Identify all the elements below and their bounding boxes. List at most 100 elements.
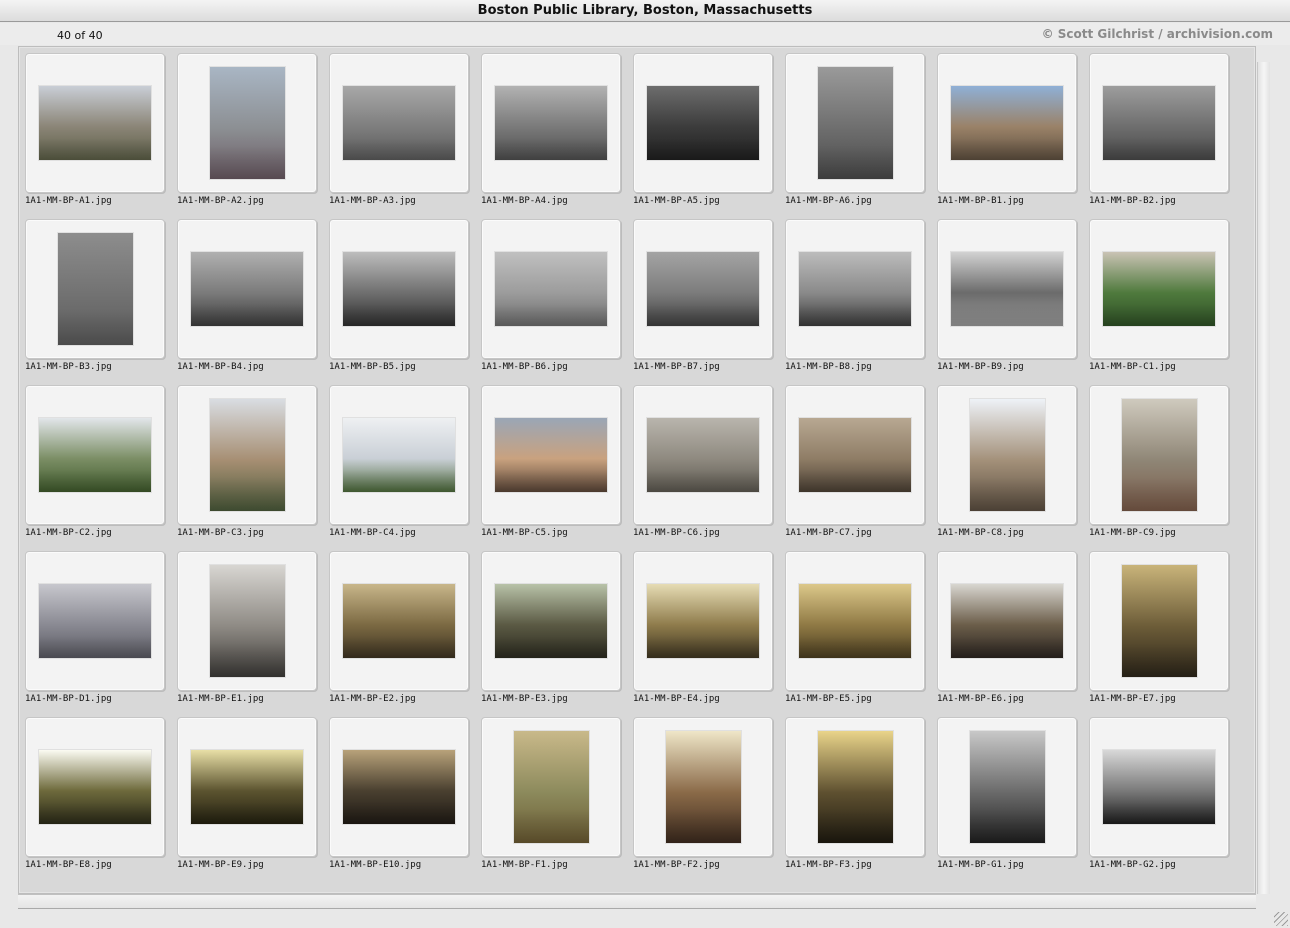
slide-item[interactable]: 1A1-MM-BP-A2.jpg <box>177 53 317 206</box>
slide-item[interactable]: 1A1-MM-BP-B5.jpg <box>329 219 469 372</box>
slide-mount[interactable] <box>329 717 469 857</box>
slide-item[interactable]: 1A1-MM-BP-B1.jpg <box>937 53 1077 206</box>
slide-item[interactable]: 1A1-MM-BP-E6.jpg <box>937 551 1077 704</box>
slide-item[interactable]: 1A1-MM-BP-A4.jpg <box>481 53 621 206</box>
photo-thumbnail[interactable] <box>343 750 455 824</box>
photo-thumbnail[interactable] <box>799 252 911 326</box>
slide-mount[interactable] <box>329 385 469 525</box>
slide-item[interactable]: 1A1-MM-BP-E3.jpg <box>481 551 621 704</box>
photo-thumbnail[interactable] <box>343 86 455 160</box>
photo-thumbnail[interactable] <box>1121 565 1197 677</box>
slide-mount[interactable] <box>329 53 469 193</box>
slide-item[interactable]: 1A1-MM-BP-C6.jpg <box>633 385 773 538</box>
slide-mount[interactable] <box>481 219 621 359</box>
slide-mount[interactable] <box>785 385 925 525</box>
slide-item[interactable]: 1A1-MM-BP-C8.jpg <box>937 385 1077 538</box>
slide-item[interactable]: 1A1-MM-BP-C5.jpg <box>481 385 621 538</box>
slide-mount[interactable] <box>937 385 1077 525</box>
photo-thumbnail[interactable] <box>39 418 151 492</box>
slide-item[interactable]: 1A1-MM-BP-B2.jpg <box>1089 53 1229 206</box>
slide-mount[interactable] <box>329 219 469 359</box>
slide-item[interactable]: 1A1-MM-BP-A5.jpg <box>633 53 773 206</box>
slide-item[interactable]: 1A1-MM-BP-C9.jpg <box>1089 385 1229 538</box>
photo-thumbnail[interactable] <box>951 252 1063 326</box>
photo-thumbnail[interactable] <box>951 584 1063 658</box>
photo-thumbnail[interactable] <box>39 584 151 658</box>
slide-mount[interactable] <box>1089 717 1229 857</box>
slide-item[interactable]: 1A1-MM-BP-C1.jpg <box>1089 219 1229 372</box>
slide-mount[interactable] <box>785 551 925 691</box>
photo-thumbnail[interactable] <box>647 252 759 326</box>
slide-item[interactable]: 1A1-MM-BP-E10.jpg <box>329 717 469 870</box>
photo-thumbnail[interactable] <box>817 67 893 179</box>
slide-mount[interactable] <box>633 219 773 359</box>
photo-thumbnail[interactable] <box>209 67 285 179</box>
slide-item[interactable]: 1A1-MM-BP-E2.jpg <box>329 551 469 704</box>
slide-mount[interactable] <box>25 551 165 691</box>
slide-mount[interactable] <box>785 53 925 193</box>
slide-item[interactable]: 1A1-MM-BP-E7.jpg <box>1089 551 1229 704</box>
slide-item[interactable]: 1A1-MM-BP-E9.jpg <box>177 717 317 870</box>
slide-item[interactable]: 1A1-MM-BP-E8.jpg <box>25 717 165 870</box>
resize-grip-icon[interactable] <box>1274 912 1288 926</box>
slide-mount[interactable] <box>633 717 773 857</box>
slide-mount[interactable] <box>1089 551 1229 691</box>
slide-mount[interactable] <box>177 717 317 857</box>
slide-mount[interactable] <box>481 551 621 691</box>
slide-mount[interactable] <box>1089 53 1229 193</box>
slide-item[interactable]: 1A1-MM-BP-E4.jpg <box>633 551 773 704</box>
slide-mount[interactable] <box>25 717 165 857</box>
photo-thumbnail[interactable] <box>799 418 911 492</box>
slide-mount[interactable] <box>25 385 165 525</box>
slide-item[interactable]: 1A1-MM-BP-B8.jpg <box>785 219 925 372</box>
photo-thumbnail[interactable] <box>495 418 607 492</box>
slide-mount[interactable] <box>177 219 317 359</box>
slide-mount[interactable] <box>937 717 1077 857</box>
photo-thumbnail[interactable] <box>1103 252 1215 326</box>
photo-thumbnail[interactable] <box>951 86 1063 160</box>
slide-mount[interactable] <box>25 53 165 193</box>
slide-item[interactable]: 1A1-MM-BP-E5.jpg <box>785 551 925 704</box>
photo-thumbnail[interactable] <box>343 418 455 492</box>
photo-thumbnail[interactable] <box>665 731 741 843</box>
photo-thumbnail[interactable] <box>1103 750 1215 824</box>
slide-item[interactable]: 1A1-MM-BP-G1.jpg <box>937 717 1077 870</box>
slide-item[interactable]: 1A1-MM-BP-D1.jpg <box>25 551 165 704</box>
photo-thumbnail[interactable] <box>647 86 759 160</box>
slide-mount[interactable] <box>481 385 621 525</box>
slide-item[interactable]: 1A1-MM-BP-A6.jpg <box>785 53 925 206</box>
slide-item[interactable]: 1A1-MM-BP-B9.jpg <box>937 219 1077 372</box>
slide-item[interactable]: 1A1-MM-BP-B4.jpg <box>177 219 317 372</box>
vertical-scrollbar[interactable] <box>1257 62 1270 894</box>
photo-thumbnail[interactable] <box>817 731 893 843</box>
slide-mount[interactable] <box>1089 219 1229 359</box>
slide-mount[interactable] <box>177 551 317 691</box>
photo-thumbnail[interactable] <box>969 731 1045 843</box>
slide-item[interactable]: 1A1-MM-BP-B3.jpg <box>25 219 165 372</box>
slide-mount[interactable] <box>633 385 773 525</box>
slide-mount[interactable] <box>177 385 317 525</box>
photo-thumbnail[interactable] <box>209 399 285 511</box>
slide-mount[interactable] <box>785 219 925 359</box>
slide-mount[interactable] <box>785 717 925 857</box>
photo-thumbnail[interactable] <box>495 584 607 658</box>
slide-mount[interactable] <box>25 219 165 359</box>
photo-thumbnail[interactable] <box>209 565 285 677</box>
slide-mount[interactable] <box>937 53 1077 193</box>
photo-thumbnail[interactable] <box>39 750 151 824</box>
photo-thumbnail[interactable] <box>513 731 589 843</box>
photo-thumbnail[interactable] <box>191 252 303 326</box>
photo-thumbnail[interactable] <box>191 750 303 824</box>
photo-thumbnail[interactable] <box>343 584 455 658</box>
photo-thumbnail[interactable] <box>1103 86 1215 160</box>
slide-item[interactable]: 1A1-MM-BP-C7.jpg <box>785 385 925 538</box>
photo-thumbnail[interactable] <box>343 252 455 326</box>
slide-mount[interactable] <box>937 551 1077 691</box>
slide-item[interactable]: 1A1-MM-BP-A1.jpg <box>25 53 165 206</box>
slide-mount[interactable] <box>329 551 469 691</box>
slide-item[interactable]: 1A1-MM-BP-C2.jpg <box>25 385 165 538</box>
photo-thumbnail[interactable] <box>799 584 911 658</box>
photo-thumbnail[interactable] <box>495 86 607 160</box>
photo-thumbnail[interactable] <box>39 86 151 160</box>
photo-thumbnail[interactable] <box>647 584 759 658</box>
